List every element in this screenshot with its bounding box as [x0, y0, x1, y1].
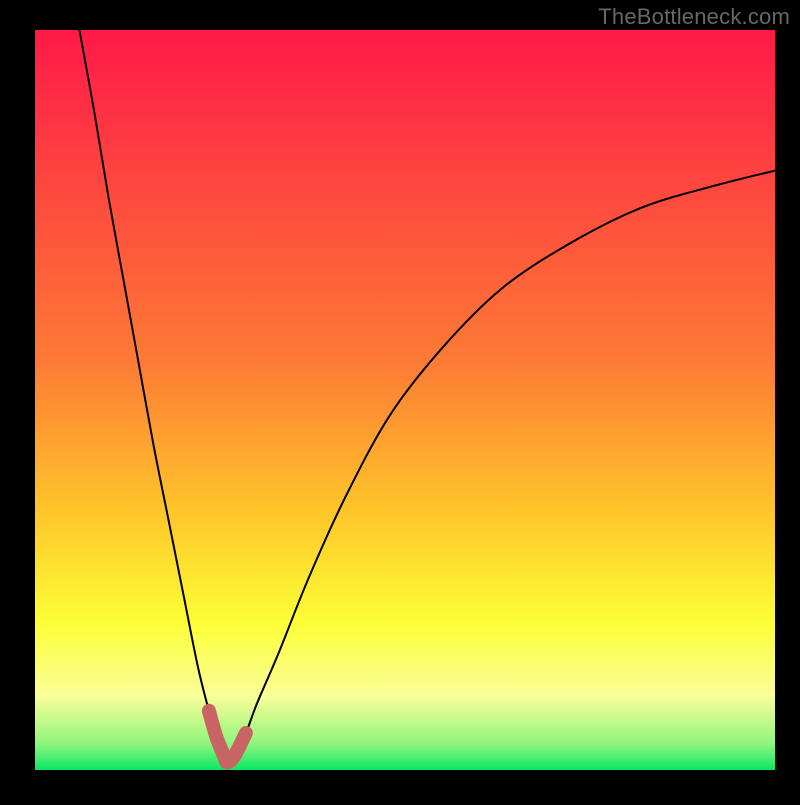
bottleneck-chart: [0, 0, 800, 800]
watermark-text: TheBottleneck.com: [598, 4, 790, 30]
chart-frame: TheBottleneck.com: [0, 0, 800, 800]
